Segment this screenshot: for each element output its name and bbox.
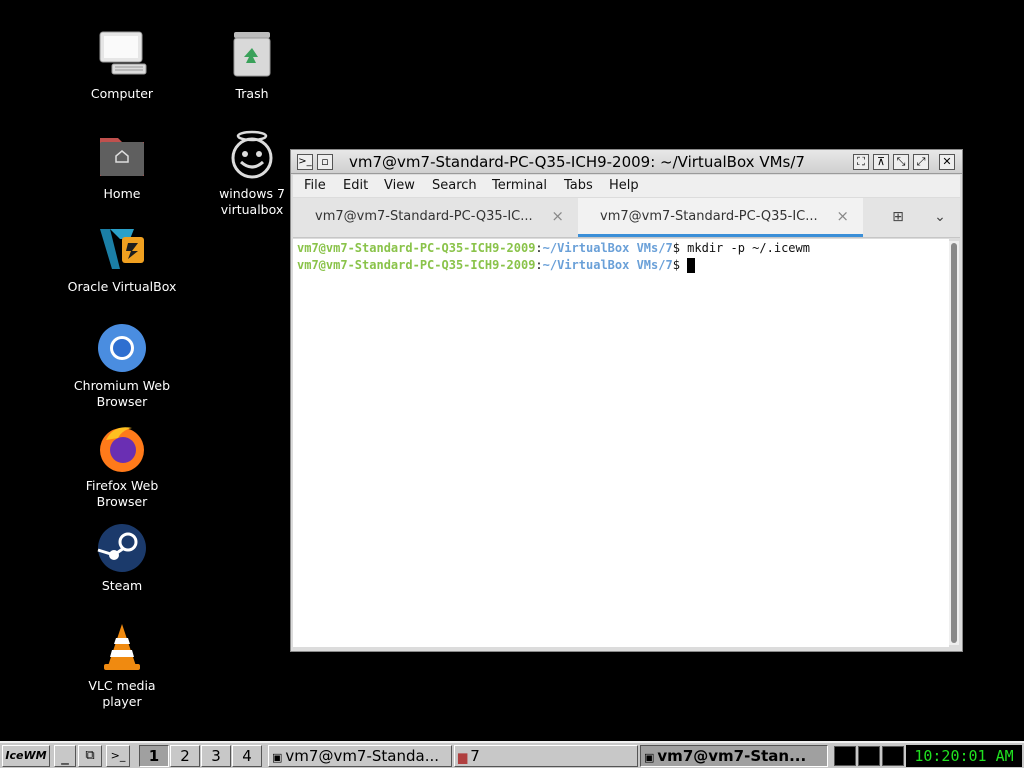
desktop-icon-home[interactable]: Home	[67, 130, 177, 202]
clock[interactable]: 10:20:01 AM	[906, 745, 1022, 767]
virtualbox-icon	[100, 229, 144, 269]
task-label: vm7@vm7-Standa...	[285, 747, 440, 765]
desktop-icon-label: Firefox Web Browser	[85, 478, 159, 509]
desktop-icon-chromium[interactable]: Chromium Web Browser	[67, 322, 177, 410]
network-monitor	[882, 746, 904, 766]
desktop-icon-firefox[interactable]: Firefox Web Browser	[67, 422, 177, 510]
memory-monitor	[858, 746, 880, 766]
home-folder-icon	[100, 138, 144, 176]
prompt-user: vm7@vm7-Standard-PC-Q35-ICH9-2009	[297, 241, 536, 255]
prompt-path: ~/VirtualBox VMs/7	[542, 241, 673, 255]
terminal-line: vm7@vm7-Standard-PC-Q35-ICH9-2009:~/Virt…	[297, 257, 945, 274]
minimize-icon[interactable]: ⤡	[893, 154, 909, 170]
start-menu-button[interactable]: IceWM	[2, 745, 50, 767]
desktop-icon-label: Oracle VirtualBox	[67, 279, 177, 294]
terminal-line: vm7@vm7-Standard-PC-Q35-ICH9-2009:~/Virt…	[297, 240, 945, 257]
menubar: File Edit View Search Terminal Tabs Help	[293, 175, 960, 197]
terminal-scrollbar[interactable]	[949, 241, 959, 645]
terminal-window: >_ ▫ vm7@vm7-Standard-PC-Q35-ICH9-2009: …	[290, 149, 963, 652]
desktop-icon-label: Steam	[101, 578, 143, 593]
window-titlebar[interactable]: >_ ▫ vm7@vm7-Standard-PC-Q35-ICH9-2009: …	[291, 150, 962, 174]
prompt-separator: :	[535, 241, 543, 255]
workspace-3[interactable]: 3	[201, 745, 231, 767]
desktop-icon-label: Computer	[90, 86, 154, 101]
folder-icon: ▆	[458, 750, 468, 764]
firefox-icon	[100, 427, 144, 472]
desktop-icon-trash[interactable]: Trash	[197, 30, 307, 102]
desktop-icon-vlc[interactable]: VLC media player	[67, 622, 177, 710]
workspace-1[interactable]: 1	[139, 745, 169, 767]
desktop-icon-computer[interactable]: Computer	[67, 30, 177, 102]
terminal-output[interactable]: vm7@vm7-Standard-PC-Q35-ICH9-2009:~/Virt…	[293, 239, 949, 647]
workspace-4[interactable]: 4	[232, 745, 262, 767]
cpu-monitor	[834, 746, 856, 766]
task-label: vm7@vm7-Stan...	[657, 747, 807, 765]
terminal-launcher-icon[interactable]: >_	[106, 745, 130, 767]
tab-bar: vm7@vm7-Standard-PC-Q35-IC... × vm7@vm7-…	[293, 198, 960, 238]
text-cursor	[687, 258, 696, 273]
vlc-icon	[104, 624, 140, 670]
start-menu-label: IceWM	[5, 749, 47, 762]
menu-help[interactable]: Help	[609, 178, 639, 193]
desktop-icon-label: VLC media player	[88, 678, 156, 709]
menu-terminal[interactable]: Terminal	[492, 178, 547, 193]
taskbar: IceWM _ ⧉ >_ 1 2 3 4 ▣ vm7@vm7-Standa... …	[0, 741, 1024, 768]
menu-search[interactable]: Search	[432, 178, 477, 193]
menu-edit[interactable]: Edit	[343, 178, 368, 193]
desktop-icon-label: Home	[103, 186, 141, 201]
task-terminal-2[interactable]: ▣ vm7@vm7-Stan...	[640, 745, 828, 767]
desktop-icon-steam[interactable]: Steam	[67, 522, 177, 594]
task-folder-7[interactable]: ▆ 7	[454, 745, 638, 767]
close-icon[interactable]: ✕	[939, 154, 955, 170]
fullscreen-icon[interactable]: ⛶	[853, 154, 869, 170]
trash-icon	[233, 32, 271, 77]
menu-file[interactable]: File	[304, 178, 326, 193]
task-label: 7	[470, 747, 480, 765]
show-desktop-button[interactable]: _	[54, 745, 76, 767]
chromium-icon	[98, 324, 146, 372]
scrollbar-thumb[interactable]	[951, 243, 957, 643]
tab-label: vm7@vm7-Standard-PC-Q35-IC...	[315, 209, 533, 224]
terminal-icon: ▣	[272, 751, 283, 764]
rollup-icon[interactable]: ⊼	[873, 154, 889, 170]
window-title: vm7@vm7-Standard-PC-Q35-ICH9-2009: ~/Vir…	[349, 153, 805, 171]
tab-close-icon[interactable]: ×	[836, 207, 849, 225]
window-list-button[interactable]: ⧉	[78, 745, 102, 767]
new-tab-icon[interactable]: ⊞	[886, 206, 910, 228]
window-menu-icon[interactable]: >_	[297, 154, 313, 170]
menu-view[interactable]: View	[384, 178, 415, 193]
desktop-icon-label: Trash	[235, 86, 269, 101]
prompt-symbol: $	[672, 241, 688, 255]
desktop-icon-label: Chromium Web Browser	[73, 378, 171, 409]
terminal-icon: ▣	[644, 751, 655, 764]
window-restore-icon[interactable]: ▫	[317, 154, 333, 170]
smiley-halo-icon	[231, 130, 273, 179]
task-terminal-1[interactable]: ▣ vm7@vm7-Standa...	[268, 745, 452, 767]
chevron-down-icon[interactable]: ⌄	[928, 206, 952, 228]
command-text: mkdir -p ~/.icewm	[687, 241, 810, 255]
tab-label: vm7@vm7-Standard-PC-Q35-IC...	[600, 209, 818, 224]
terminal-tab-2[interactable]: vm7@vm7-Standard-PC-Q35-IC... ×	[578, 198, 863, 237]
workspace-2[interactable]: 2	[170, 745, 200, 767]
prompt-separator: :	[535, 258, 543, 272]
maximize-icon[interactable]: ⤢	[913, 154, 929, 170]
prompt-path: ~/VirtualBox VMs/7	[542, 258, 673, 272]
steam-icon	[97, 524, 146, 572]
menu-tabs[interactable]: Tabs	[564, 178, 593, 193]
terminal-tab-1[interactable]: vm7@vm7-Standard-PC-Q35-IC... ×	[293, 198, 578, 237]
prompt-user: vm7@vm7-Standard-PC-Q35-ICH9-2009	[297, 258, 536, 272]
desktop-icon-virtualbox[interactable]: Oracle VirtualBox	[67, 223, 177, 295]
computer-icon	[99, 31, 147, 75]
prompt-symbol: $	[672, 258, 688, 272]
tab-close-icon[interactable]: ×	[551, 207, 564, 225]
